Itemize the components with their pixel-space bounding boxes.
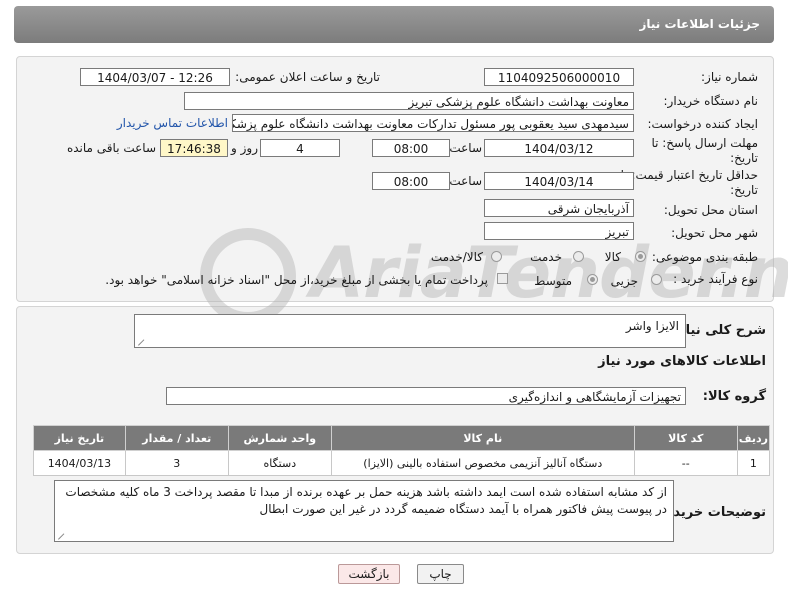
- page-title: جزئیات اطلاعات نیاز: [639, 17, 760, 31]
- reply-date-field: 1404/03/12: [484, 139, 634, 157]
- buyer-org-field: معاونت بهداشت دانشگاه علوم پزشکی تبریز: [184, 92, 634, 110]
- goods-info-title: اطلاعات کالاهای مورد نیاز: [598, 354, 766, 369]
- print-button[interactable]: چاپ: [417, 564, 464, 584]
- buyer-notes-textarea[interactable]: از کد مشابه استفاده شده است ایمد داشته ب…: [54, 480, 674, 542]
- category-label: طبقه بندی موضوعی:: [651, 250, 758, 264]
- goods-table: ردیف کد کالا نام کالا واحد شمارش تعداد /…: [33, 425, 771, 476]
- summary-label: شرح کلی نیاز:: [672, 323, 766, 338]
- province-field: آذربایجان شرقی: [484, 199, 634, 217]
- category-option-goods-service: کالا/خدمت: [430, 250, 483, 264]
- remaining-time-label: ساعت باقی مانده: [66, 141, 156, 155]
- category-option-service: خدمت: [530, 250, 562, 264]
- cell-need-date: 1404/03/13: [33, 450, 126, 476]
- payment-note: پرداخت تمام یا بخشی از مبلغ خرید،از محل …: [105, 273, 488, 287]
- category-radio-service[interactable]: [573, 251, 584, 262]
- city-field: تبریز: [484, 222, 634, 240]
- reply-time-label: ساعت: [449, 141, 482, 155]
- cell-goods-name: دستگاه آنالیز آنزیمی مخصوص استفاده بالین…: [330, 450, 635, 476]
- price-validity-label: حداقل تاریخ اعتبار قیمت: تا تاریخ:: [620, 168, 758, 197]
- table-header-row: ردیف کد کالا نام کالا واحد شمارش تعداد /…: [33, 425, 771, 451]
- need-number-label: شماره نیاز:: [701, 70, 758, 84]
- cell-quantity: 3: [124, 450, 229, 476]
- col-unit: واحد شمارش: [227, 425, 332, 451]
- remaining-time-field: 17:46:38: [160, 139, 228, 157]
- days-label: روز و: [231, 141, 258, 155]
- col-goods-name: نام کالا: [330, 425, 635, 451]
- col-goods-code: کد کالا: [633, 425, 738, 451]
- announce-field: 1404/03/07 - 12:26: [80, 68, 230, 86]
- treasury-checkbox[interactable]: [497, 273, 508, 284]
- process-radio-medium[interactable]: [587, 274, 598, 285]
- back-button[interactable]: بازگشت: [338, 564, 400, 584]
- city-label: شهر محل تحویل:: [671, 226, 758, 240]
- cell-row-number: 1: [736, 450, 771, 476]
- creator-field: سیدمهدی سید یعقوبی پور مسئول تدارکات معا…: [232, 114, 634, 132]
- reply-time-field: 08:00: [372, 139, 450, 157]
- reply-deadline-label: مهلت ارسال پاسخ: تا تاریخ:: [651, 136, 758, 165]
- province-label: استان محل تحویل:: [663, 203, 758, 217]
- buyer-contact-link[interactable]: اطلاعات تماس خریدار: [117, 116, 228, 130]
- creator-label: ایجاد کننده درخواست:: [647, 117, 758, 131]
- col-quantity: تعداد / مقدار: [124, 425, 229, 451]
- category-radio-goods[interactable]: [635, 251, 646, 262]
- summary-textarea[interactable]: الایزا واشر: [134, 314, 686, 348]
- col-row-number: ردیف: [736, 425, 771, 451]
- cell-unit: دستگاه: [227, 450, 332, 476]
- buyer-org-label: نام دستگاه خریدار:: [663, 94, 759, 108]
- cell-goods-code: --: [633, 450, 738, 476]
- category-option-goods: کالا: [604, 250, 621, 264]
- need-number-field: 1104092506000010: [484, 68, 634, 86]
- process-radio-minor[interactable]: [651, 274, 662, 285]
- summary-text: الایزا واشر: [625, 319, 679, 333]
- goods-group-field: تجهیزات آزمایشگاهی و اندازه‌گیری: [166, 387, 686, 405]
- price-time-field: 08:00: [372, 172, 450, 190]
- col-need-date: تاریخ نیاز: [33, 425, 126, 451]
- days-field: 4: [260, 139, 340, 157]
- process-option-minor: جزیی: [610, 274, 638, 288]
- buyer-notes-text: از کد مشابه استفاده شده است ایمد داشته ب…: [65, 485, 667, 516]
- price-time-label: ساعت: [449, 174, 482, 188]
- category-radio-goods-service[interactable]: [491, 251, 502, 262]
- price-date-field: 1404/03/14: [484, 172, 634, 190]
- header-bar: جزئیات اطلاعات نیاز: [14, 6, 774, 43]
- announce-label: تاریخ و ساعت اعلان عمومی:: [235, 70, 380, 84]
- process-option-medium: متوسط: [534, 274, 572, 288]
- goods-group-label: گروه کالا:: [702, 389, 766, 404]
- process-label: نوع فرآیند خرید :: [673, 272, 758, 286]
- table-row: 1 -- دستگاه آنالیز آنزیمی مخصوص استفاده …: [33, 450, 771, 476]
- resize-grip-icon[interactable]: [58, 533, 71, 541]
- resize-grip-icon[interactable]: [138, 339, 151, 347]
